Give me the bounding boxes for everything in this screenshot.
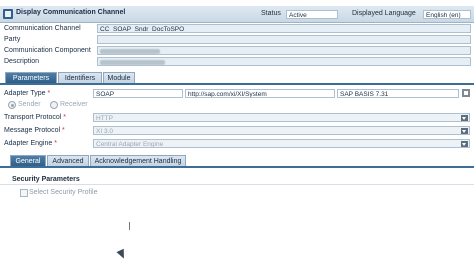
sub-tabbar: General Advanced Acknowledgement Handlin… [0,155,474,168]
message-protocol-select[interactable]: XI 3.0 [93,126,470,135]
tab-identifiers[interactable]: Identifiers [58,72,102,83]
receiver-radio[interactable] [50,101,58,109]
chevron-down-icon [461,115,468,121]
adapter-sw-version-field[interactable]: SAP BASIS 7.31 [337,89,459,98]
comm-component-label: Communication Component [4,47,91,54]
transport-protocol-label: Transport Protocol * [4,114,67,121]
message-protocol-label: Message Protocol * [4,127,65,134]
description-field [97,57,471,66]
status-label: Status [261,10,281,17]
chevron-down-icon [461,141,468,147]
sender-radio[interactable] [8,101,16,109]
tab-module[interactable]: Module [103,72,135,83]
security-profile-label: Select Security Profile [29,189,98,196]
adapter-type-field[interactable]: SOAP [93,89,183,98]
comm-component-field [97,46,471,55]
language-select[interactable]: English (en) [423,10,471,19]
window-header: Display Communication Channel Status Act… [0,6,474,23]
adapter-namespace-field[interactable]: http://sap.com/xi/XI/System [185,89,335,98]
description-label: Description [4,58,40,65]
party-field [97,35,471,44]
channel-icon [3,9,13,19]
mouse-pointer-icon [116,248,128,261]
comm-channel-field: CC_SOAP_Sndr_DocToSPO [97,24,471,33]
adapter-engine-select[interactable]: Central Adapter Engine [93,139,470,148]
adapter-type-label: Adapter Type * [4,90,51,97]
adapter-engine-label: Adapter Engine * [4,140,57,147]
receiver-label: Receiver [60,101,88,108]
text-cursor-icon [129,222,130,230]
tab-general[interactable]: General [10,155,46,166]
tab-parameters[interactable]: Parameters [5,72,57,83]
party-label: Party [4,36,21,43]
security-parameters-heading: Security Parameters [12,176,80,183]
security-profile-checkbox[interactable] [20,189,28,197]
comm-channel-label: Communication Channel [4,25,81,32]
page-title: Display Communication Channel [16,9,126,16]
tab-advanced[interactable]: Advanced [47,155,89,166]
tab-acknowledgement-handling[interactable]: Acknowledgement Handling [90,155,186,166]
value-help-icon[interactable] [462,89,470,97]
main-tabbar: Parameters Identifiers Module [0,72,474,85]
transport-protocol-select[interactable]: HTTP [93,113,470,122]
language-label: Displayed Language [352,10,416,17]
divider [0,184,474,185]
status-field: Active [286,10,338,19]
sender-label: Sender [18,101,41,108]
chevron-down-icon [461,128,468,134]
